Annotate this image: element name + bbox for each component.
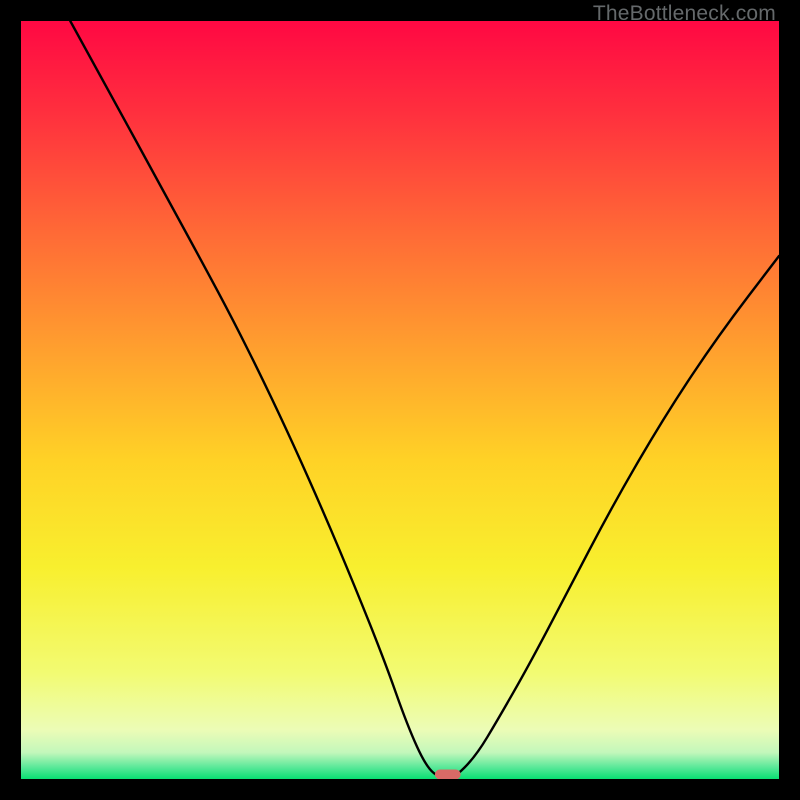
watermark-text: TheBottleneck.com [593,2,776,26]
optimal-marker [435,770,461,779]
bottleneck-chart [21,21,779,779]
gradient-background [21,21,779,779]
chart-frame [21,21,779,779]
